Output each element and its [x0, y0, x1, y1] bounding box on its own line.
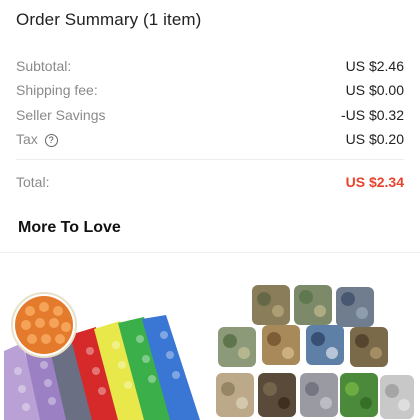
total-label: Total:: [16, 174, 50, 190]
tax-label: Tax: [16, 131, 38, 147]
shipping-row: Shipping fee: US $0.00: [16, 82, 404, 102]
subtotal-row: Subtotal: US $2.46: [16, 58, 404, 78]
total-row: Total: US $2.34: [16, 174, 404, 194]
product-grid: [0, 253, 420, 420]
more-to-love-title: More To Love: [18, 219, 121, 236]
seller-savings-row: Seller Savings -US $0.32: [16, 107, 404, 127]
tax-value: US $0.20: [345, 131, 404, 147]
shipping-label: Shipping fee:: [16, 82, 98, 98]
order-summary: Order Summary (1 item) Subtotal: US $2.4…: [0, 0, 420, 200]
help-icon[interactable]: ?: [44, 134, 58, 147]
seller-savings-value: -US $0.32: [340, 107, 404, 123]
total-value: US $2.34: [345, 174, 404, 190]
tax-row: Tax ? US $0.20: [16, 131, 404, 151]
seller-savings-label: Seller Savings: [16, 107, 106, 123]
summary-divider: [16, 159, 404, 160]
product-card-seat-cushion[interactable]: [4, 281, 208, 420]
foldable-seat-cushion-image: [4, 281, 208, 420]
tax-label-group: Tax ?: [16, 131, 58, 147]
subtotal-value: US $2.46: [345, 58, 404, 74]
order-summary-title: Order Summary (1 item): [16, 10, 202, 29]
shipping-value: US $0.00: [345, 82, 404, 98]
product-card-camo-tape[interactable]: [212, 281, 416, 420]
subtotal-label: Subtotal:: [16, 58, 72, 74]
camouflage-tape-rolls-image: [212, 281, 416, 420]
